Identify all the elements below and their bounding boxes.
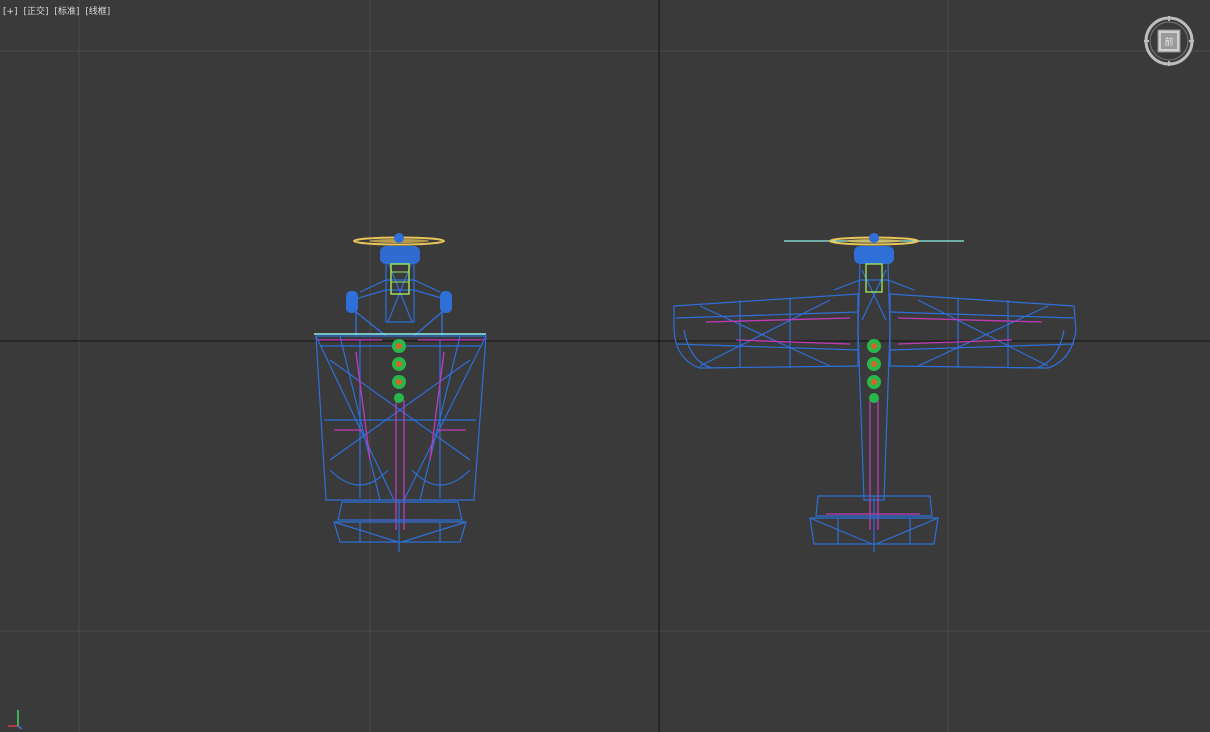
core-components-right xyxy=(867,339,881,403)
fuselage-left xyxy=(351,261,449,323)
core-components-left xyxy=(392,339,406,403)
cockpit-right xyxy=(865,263,883,293)
viewport-menu-style[interactable]: [线框] xyxy=(85,7,110,17)
viewport[interactable]: [+] [正交] [标准] [线框] 前 xyxy=(0,0,1210,732)
wings-right xyxy=(673,293,1077,369)
side-pod-right xyxy=(440,291,452,313)
viewcube-icon[interactable]: 前 xyxy=(1143,15,1195,67)
axis-tripod-icon xyxy=(8,710,23,730)
propeller-left xyxy=(353,233,445,246)
engine-cowl-right xyxy=(854,246,894,264)
propeller-right xyxy=(829,233,919,246)
struts xyxy=(355,311,443,337)
airplane-left-wireframe[interactable] xyxy=(314,233,487,552)
world-axes xyxy=(0,0,1210,732)
engine-cowl xyxy=(380,246,420,264)
tail-left xyxy=(333,500,467,552)
tail-right xyxy=(809,495,939,552)
viewcube-face-label: 前 xyxy=(1164,36,1173,48)
viewport-menu-shading[interactable]: [标准] xyxy=(54,7,79,17)
viewport-label: [+] [正交] [标准] [线框] xyxy=(3,4,113,17)
viewport-canvas[interactable] xyxy=(0,0,1210,732)
airplane-right-wireframe[interactable] xyxy=(673,233,1077,552)
viewport-menu-view[interactable]: [正交] xyxy=(23,7,48,17)
grid xyxy=(0,0,1210,732)
side-pod-left xyxy=(346,291,358,313)
viewport-menu-plus[interactable]: [+] xyxy=(3,7,18,17)
